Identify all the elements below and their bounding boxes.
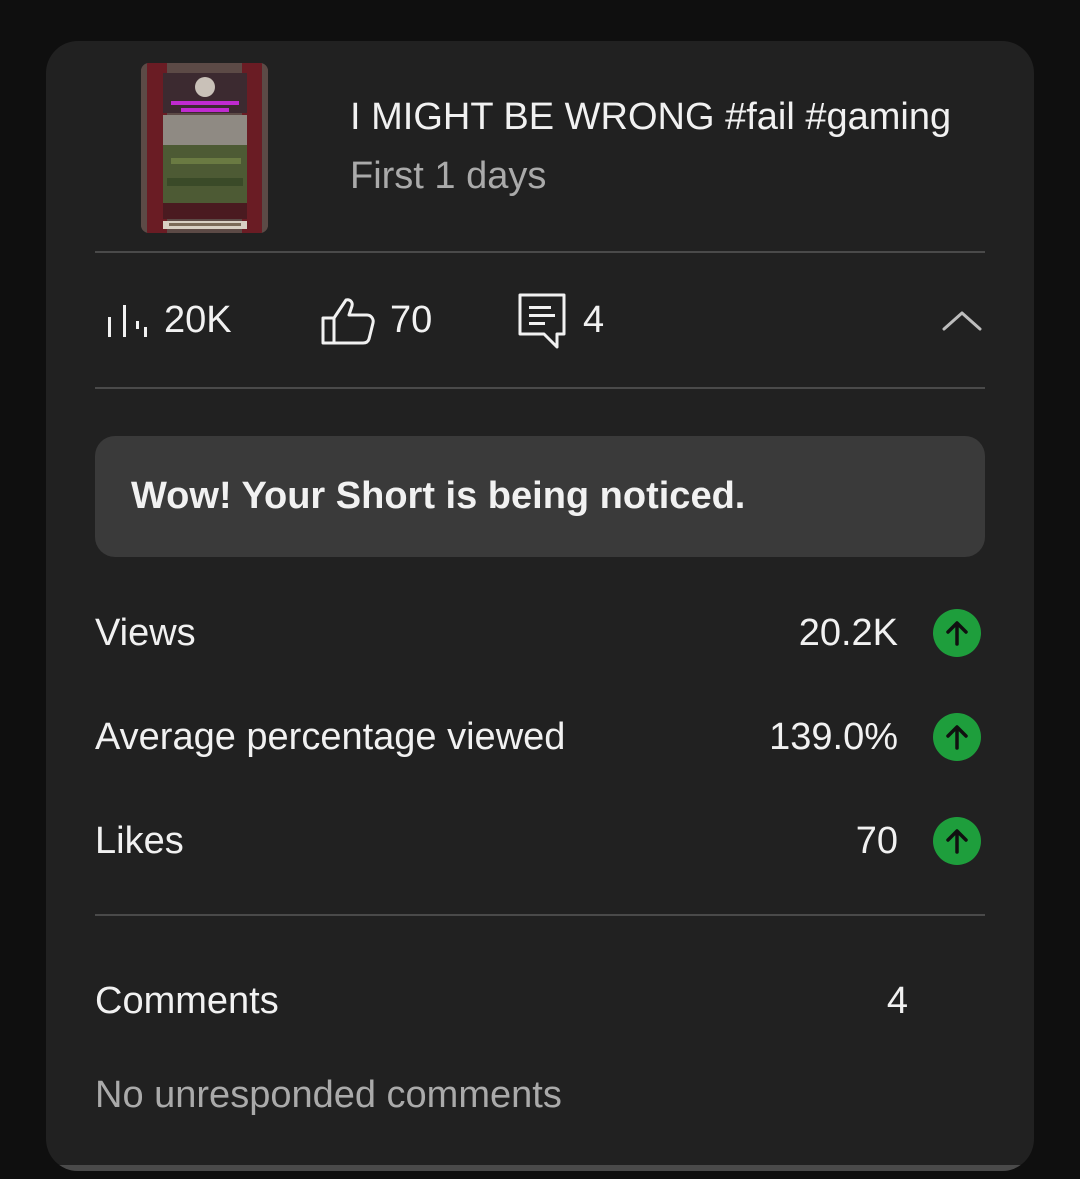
video-thumbnail[interactable]	[141, 63, 268, 233]
unresponded-status: No unresponded comments	[95, 1074, 562, 1116]
arrow-up-icon	[933, 713, 981, 761]
stat-row-likes: Likes 70	[95, 811, 985, 871]
bar-chart-icon	[106, 303, 150, 339]
chevron-up-icon	[942, 311, 982, 331]
comments-value: 4	[886, 980, 908, 1022]
likes-metric[interactable]: 70	[320, 254, 432, 387]
thumbnail-image	[141, 63, 268, 233]
stat-row-views: Views 20.2K	[95, 603, 985, 663]
comment-icon	[517, 292, 569, 350]
stat-row-avg-percentage: Average percentage viewed 139.0%	[95, 707, 985, 767]
video-header[interactable]: I MIGHT BE WRONG #fail #gaming First 1 d…	[46, 41, 1034, 252]
stat-value: 70	[855, 820, 898, 862]
views-count: 20K	[164, 299, 232, 341]
arrow-up-icon	[933, 817, 981, 865]
divider	[95, 251, 985, 253]
video-title: I MIGHT BE WRONG #fail #gaming	[350, 96, 952, 138]
comments-count: 4	[583, 299, 605, 341]
views-metric[interactable]: 20K	[106, 254, 232, 387]
short-analytics-card: I MIGHT BE WRONG #fail #gaming First 1 d…	[46, 41, 1034, 1171]
arrow-up-icon	[933, 609, 981, 657]
metrics-row: 20K 70 4	[46, 254, 1034, 387]
stat-value: 139.0%	[769, 716, 898, 758]
collapse-button[interactable]	[934, 300, 990, 340]
stat-label: Average percentage viewed	[95, 716, 566, 758]
comments-metric[interactable]: 4	[517, 254, 604, 387]
stat-label: Views	[95, 612, 196, 654]
divider	[95, 387, 985, 389]
notice-text: Wow! Your Short is being noticed.	[131, 475, 746, 517]
stat-value: 20.2K	[798, 612, 898, 654]
divider	[95, 914, 985, 916]
likes-count: 70	[390, 299, 433, 341]
comments-label[interactable]: Comments	[95, 971, 279, 1031]
period-label: First 1 days	[350, 155, 547, 197]
stat-label: Likes	[95, 820, 184, 862]
thumbs-up-icon	[320, 296, 376, 346]
notice-banner: Wow! Your Short is being noticed.	[95, 436, 985, 557]
card-bottom-edge	[56, 1165, 1024, 1171]
